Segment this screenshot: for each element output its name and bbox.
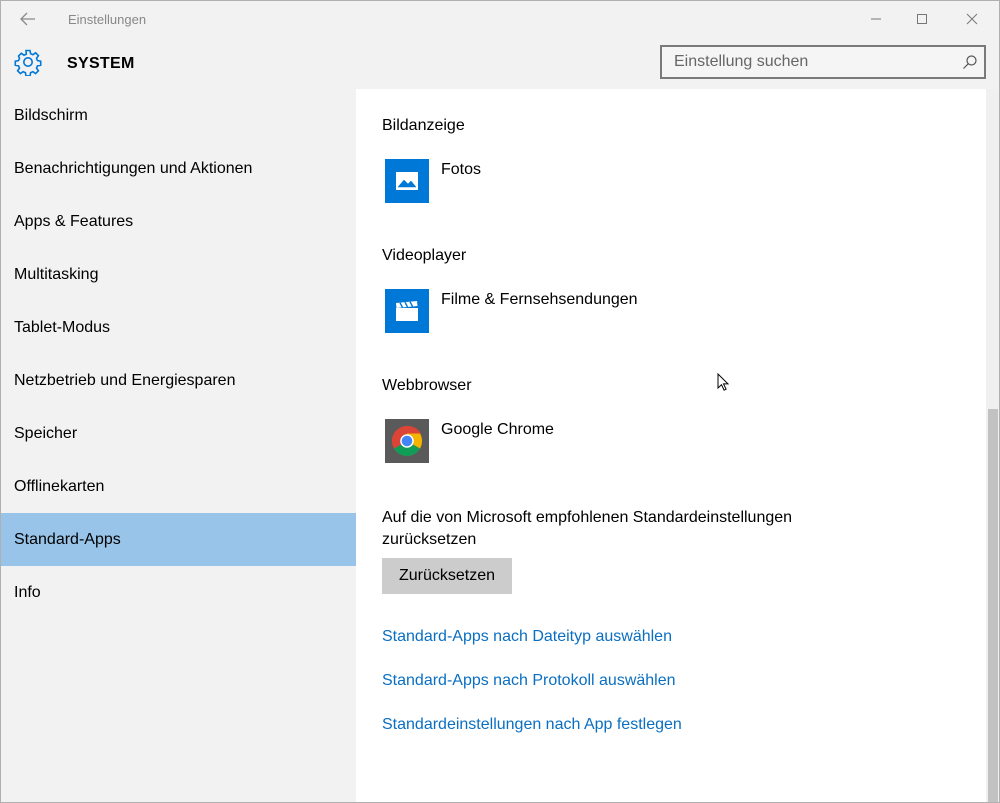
back-button[interactable]: [11, 7, 45, 31]
maximize-icon: [917, 14, 927, 24]
search-icon[interactable]: [962, 54, 978, 70]
window-title: Einstellungen: [68, 12, 147, 27]
sidebar-item-bildschirm[interactable]: Bildschirm: [1, 89, 356, 142]
photos-icon: [385, 159, 429, 203]
title-bar: Einstellungen: [1, 1, 999, 37]
scrollbar-thumb[interactable]: [988, 409, 998, 802]
sidebar-item-speicher[interactable]: Speicher: [1, 407, 356, 460]
sidebar-item-apps-features[interactable]: Apps & Features: [1, 195, 356, 248]
page-header: SYSTEM: [1, 37, 999, 89]
close-icon: [966, 13, 978, 25]
sidebar-item-tablet-modus[interactable]: Tablet-Modus: [1, 301, 356, 354]
category-label-videoplayer: Videoplayer: [382, 247, 467, 264]
app-name-photos: Fotos: [441, 161, 482, 178]
sidebar-item-offlinekarten[interactable]: Offlinekarten: [1, 460, 356, 513]
chrome-icon: [385, 419, 429, 463]
search-input[interactable]: [662, 47, 952, 77]
app-name-movies-tv: Filme & Fernsehsendungen: [441, 291, 638, 308]
category-label-webbrowser: Webbrowser: [382, 377, 472, 394]
sidebar-item-netzbetrieb[interactable]: Netzbetrieb und Energiesparen: [1, 354, 356, 407]
reset-button[interactable]: Zurücksetzen: [382, 558, 512, 594]
app-name-chrome: Google Chrome: [441, 421, 554, 438]
search-box[interactable]: [660, 45, 986, 79]
mouse-cursor-icon: [717, 373, 729, 391]
sidebar-item-info[interactable]: Info: [1, 566, 356, 619]
main-content: Bildanzeige Fotos Videoplayer Filme & Fe…: [356, 89, 986, 802]
settings-window: Einstellungen SYSTEM Einstellung suchen …: [0, 0, 1000, 803]
sidebar-item-standard-apps[interactable]: Standard-Apps: [1, 513, 356, 566]
sidebar-nav: Bildschirm Benachrichtigungen und Aktion…: [1, 89, 356, 802]
content-scrollbar[interactable]: [986, 89, 999, 802]
movies-tv-icon: [385, 289, 429, 333]
page-title: SYSTEM: [67, 55, 135, 72]
sidebar-item-multitasking[interactable]: Multitasking: [1, 248, 356, 301]
link-apps-by-filetype[interactable]: Standard-Apps nach Dateityp auswählen: [382, 628, 672, 646]
minimize-button[interactable]: [853, 5, 899, 33]
link-defaults-by-app[interactable]: Standardeinstellungen nach App festlegen: [382, 716, 682, 734]
maximize-button[interactable]: [899, 5, 945, 33]
sidebar-item-benachrichtigungen[interactable]: Benachrichtigungen und Aktionen: [1, 142, 356, 195]
link-apps-by-protocol[interactable]: Standard-Apps nach Protokoll auswählen: [382, 672, 676, 690]
reset-description: Auf die von Microsoft empfohlenen Standa…: [382, 509, 793, 548]
category-label-bildanzeige: Bildanzeige: [382, 117, 465, 134]
minimize-icon: [871, 18, 881, 20]
back-arrow-icon: [20, 12, 35, 26]
gear-icon: [14, 49, 42, 76]
close-button[interactable]: [949, 5, 995, 33]
